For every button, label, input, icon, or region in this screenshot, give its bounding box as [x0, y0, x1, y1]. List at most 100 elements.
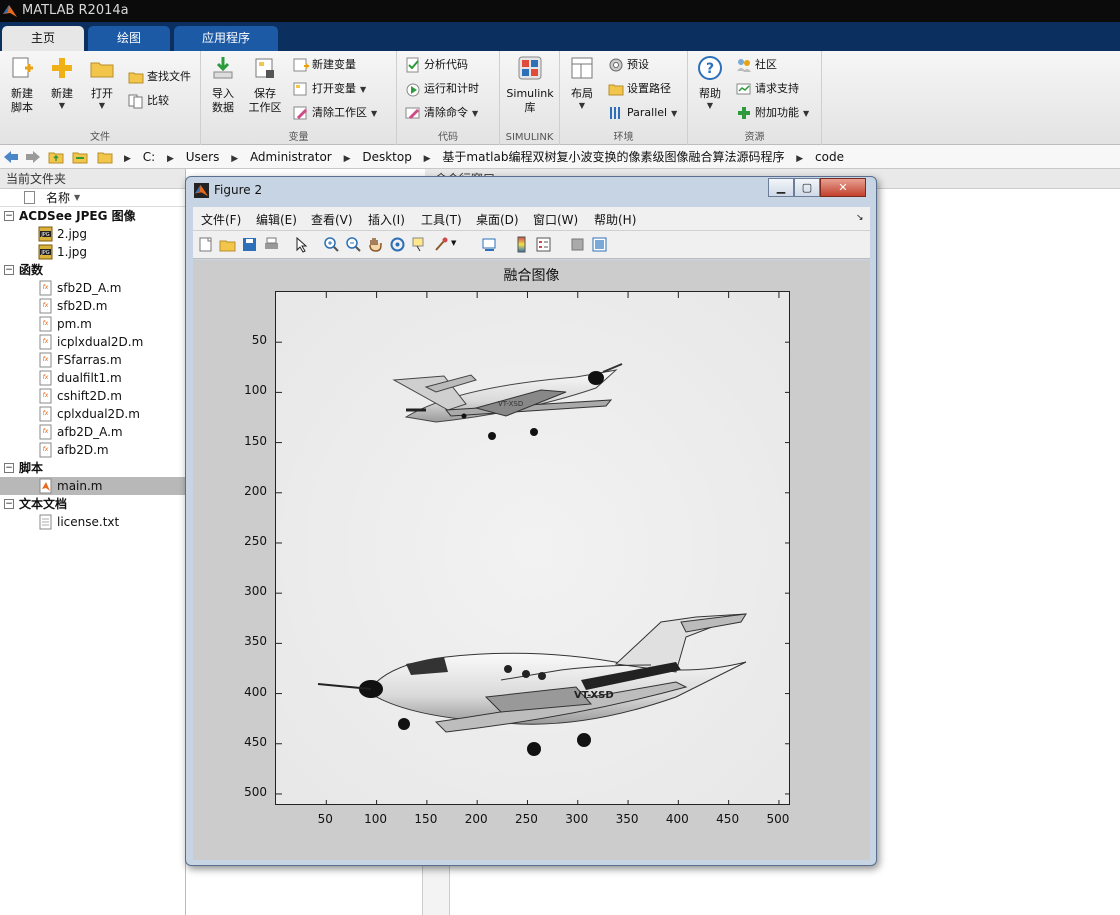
parallel-button[interactable]: Parallel ▼ [608, 103, 677, 123]
menu-tools[interactable]: 工具(T) [421, 211, 462, 228]
collapse-toggle-icon[interactable]: − [4, 463, 14, 473]
column-header[interactable]: 名称 ▼ [0, 189, 185, 207]
zoom-in-icon[interactable] [323, 236, 340, 253]
link-plot-icon[interactable] [481, 236, 498, 253]
file-list-item[interactable]: fx pm.m [0, 315, 185, 333]
import-data-button[interactable]: 导入 数据 [201, 55, 245, 115]
tab-home[interactable]: 主页 [2, 26, 84, 51]
up-folder-icon[interactable] [48, 149, 64, 165]
new-variable-button[interactable]: 新建变量 [293, 55, 356, 75]
breadcrumb-item[interactable]: Administrator [250, 150, 332, 164]
compare-button[interactable]: 比较 [128, 91, 169, 111]
layout-button[interactable]: 布局 ▼ [560, 55, 604, 111]
pan-hand-icon[interactable] [367, 236, 384, 253]
hide-plot-tools-icon[interactable] [569, 236, 586, 253]
clear-commands-button[interactable]: 清除命令 ▼ [405, 103, 478, 123]
preferences-button[interactable]: 预设 [608, 55, 649, 75]
file-list-item[interactable]: license.txt [0, 513, 185, 531]
browse-folder-icon[interactable] [72, 149, 88, 165]
open-file-icon[interactable] [219, 236, 236, 253]
file-list-item[interactable]: JPG 1.jpg [0, 243, 185, 261]
forward-arrow-icon[interactable] [25, 149, 41, 165]
data-cursor-icon[interactable] [411, 236, 428, 253]
ribbon-toolstrip: 新建 脚本 新建 ▼ 打开 ▼ 查找文件 比较 文件 导入 数据 保存 工作区 … [0, 51, 1120, 145]
collapse-toggle-icon[interactable]: − [4, 499, 14, 509]
community-button[interactable]: 社区 [736, 55, 777, 75]
rotate-3d-icon[interactable] [389, 236, 406, 253]
breadcrumb-item[interactable]: 基于matlab编程双树复小波变换的像素级图像融合算法源码程序 [442, 150, 784, 164]
collapse-toggle-icon[interactable]: − [4, 265, 14, 275]
add-ons-button[interactable]: 附加功能 ▼ [736, 103, 809, 123]
maximize-button[interactable]: ▢ [794, 178, 820, 197]
breadcrumb-separator-icon: ▶ [423, 154, 431, 164]
save-workspace-button[interactable]: 保存 工作区 [243, 55, 287, 115]
open-button[interactable]: 打开 ▼ [80, 55, 124, 111]
close-button[interactable]: ✕ [820, 178, 866, 197]
small-plane-registration: VT-XSD [498, 400, 523, 408]
folder-category[interactable]: − 函数 [0, 261, 185, 279]
request-support-button[interactable]: 请求支持 [736, 79, 799, 99]
clear-workspace-icon [293, 106, 308, 120]
folder-category[interactable]: − 文本文档 [0, 495, 185, 513]
find-files-button[interactable]: 查找文件 [128, 67, 191, 87]
help-button[interactable]: ? 帮助 ▼ [688, 55, 732, 111]
menu-insert[interactable]: 插入(I) [368, 211, 405, 228]
breadcrumb-separator-icon: ▶ [343, 154, 351, 164]
tab-plots[interactable]: 绘图 [88, 26, 170, 51]
jpeg-image-icon: JPG [38, 226, 53, 242]
jpeg-image-icon: JPG [38, 244, 53, 260]
pointer-icon[interactable] [293, 236, 310, 253]
new-button[interactable]: 新建 ▼ [40, 55, 84, 111]
file-list-item[interactable]: fx sfb2D_A.m [0, 279, 185, 297]
menu-help[interactable]: 帮助(H) [594, 211, 636, 228]
menu-view[interactable]: 查看(V) [311, 211, 353, 228]
file-list-item[interactable]: fx afb2D_A.m [0, 423, 185, 441]
file-list-item[interactable]: JPG 2.jpg [0, 225, 185, 243]
print-icon[interactable] [263, 236, 280, 253]
file-list-item[interactable]: main.m [0, 477, 185, 495]
simulink-library-button[interactable]: Simulink 库 [506, 55, 554, 115]
back-arrow-icon[interactable] [3, 149, 19, 165]
show-plot-tools-icon[interactable] [591, 236, 608, 253]
file-list-item[interactable]: fx sfb2D.m [0, 297, 185, 315]
collapse-toggle-icon[interactable]: − [4, 211, 14, 221]
breadcrumb-item[interactable]: Users [186, 150, 220, 164]
save-icon[interactable] [241, 236, 258, 253]
open-variable-button[interactable]: 打开变量 ▼ [293, 79, 366, 99]
zoom-out-icon[interactable] [345, 236, 362, 253]
image-axes[interactable]: VT-XSD VT-XSD [275, 291, 790, 805]
file-list-item[interactable]: fx cplxdual2D.m [0, 405, 185, 423]
clear-workspace-button[interactable]: 清除工作区 ▼ [293, 103, 377, 123]
file-list-item[interactable]: fx cshift2D.m [0, 387, 185, 405]
menu-file[interactable]: 文件(F) [201, 211, 241, 228]
brush-icon[interactable] [433, 236, 450, 253]
file-list-item[interactable]: fx FSfarras.m [0, 351, 185, 369]
breadcrumb-item[interactable]: code [815, 150, 844, 164]
set-path-button[interactable]: 设置路径 [608, 79, 671, 99]
dock-arrow-icon[interactable]: ↘ [856, 213, 864, 223]
new-script-button[interactable]: 新建 脚本 [0, 55, 44, 115]
minimize-button[interactable]: ▁ [768, 178, 794, 197]
figure-menubar: 文件(F) 编辑(E) 查看(V) 插入(I) 工具(T) 桌面(D) 窗口(W… [193, 207, 870, 231]
breadcrumb-item[interactable]: C: [143, 150, 155, 164]
menu-desktop[interactable]: 桌面(D) [476, 211, 519, 228]
legend-icon[interactable] [535, 236, 552, 253]
file-name: sfb2D.m [57, 299, 108, 313]
file-list-item[interactable]: fx afb2D.m [0, 441, 185, 459]
new-figure-icon[interactable] [197, 236, 214, 253]
group-environment-label: 环境 [613, 132, 634, 143]
tab-apps[interactable]: 应用程序 [174, 26, 278, 51]
analyze-code-button[interactable]: 分析代码 [405, 55, 468, 75]
run-and-time-button[interactable]: 运行和计时 [405, 79, 479, 99]
svg-text:fx: fx [43, 284, 49, 291]
colorbar-icon[interactable] [513, 236, 530, 253]
folder-category[interactable]: − 脚本 [0, 459, 185, 477]
file-list-item[interactable]: fx dualfilt1.m [0, 369, 185, 387]
file-list-item[interactable]: fx icplxdual2D.m [0, 333, 185, 351]
breadcrumb-item[interactable]: Desktop [362, 150, 412, 164]
menu-edit[interactable]: 编辑(E) [256, 211, 297, 228]
folder-category[interactable]: − ACDSee JPEG 图像 [0, 207, 185, 225]
chevron-down-icon[interactable]: ▼ [451, 239, 456, 247]
menu-window[interactable]: 窗口(W) [533, 211, 578, 228]
svg-text:fx: fx [43, 320, 49, 327]
